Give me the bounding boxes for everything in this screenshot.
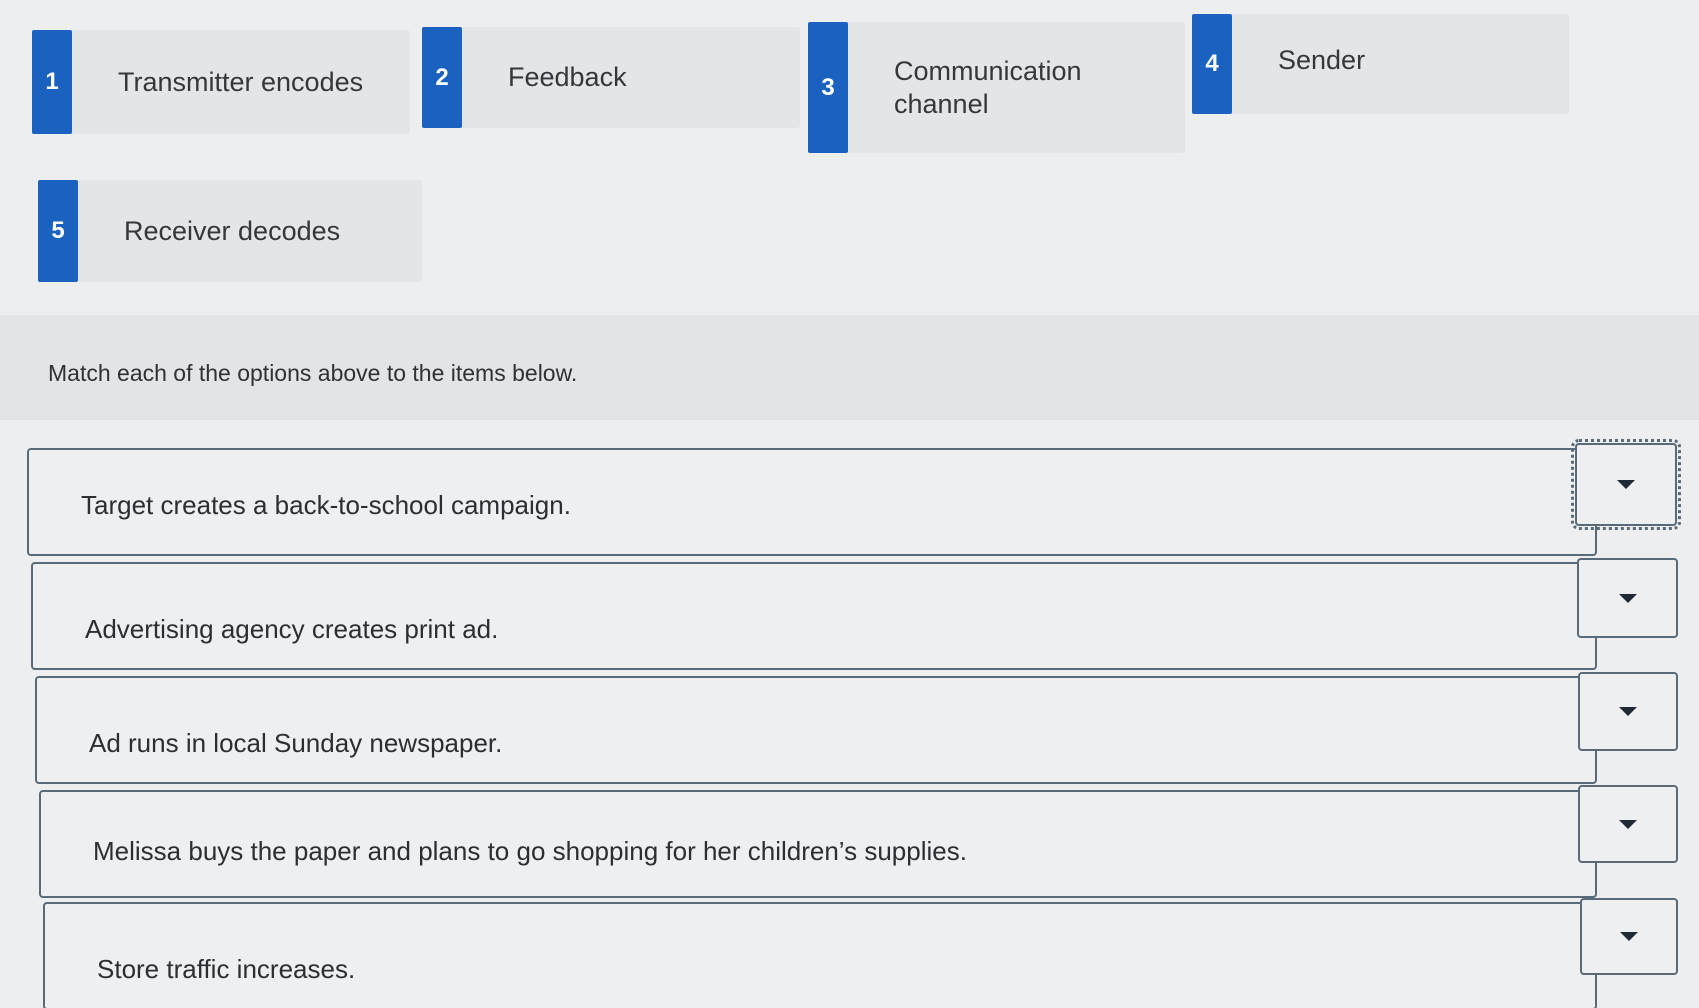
chevron-down-icon <box>1620 932 1638 941</box>
match-dropdown-3[interactable] <box>1578 672 1678 751</box>
match-row-1: Target creates a back-to-school campaign… <box>27 448 1597 556</box>
option-label-3: Communication channel <box>894 55 1082 119</box>
option-number-1: 1 <box>32 30 72 134</box>
option-card-2[interactable]: 2 Feedback <box>422 27 800 128</box>
match-dropdown-4[interactable] <box>1578 785 1678 863</box>
option-number-4: 4 <box>1192 14 1232 114</box>
match-dropdown-2[interactable] <box>1577 558 1678 638</box>
match-row-4: Melissa buys the paper and plans to go s… <box>39 790 1597 898</box>
instruction-text: Match each of the options above to the i… <box>48 360 578 386</box>
matching-question: 1 Transmitter encodes 2 Feedback 3 Commu… <box>0 0 1699 1008</box>
match-dropdown-1[interactable] <box>1571 439 1681 530</box>
option-number-3: 3 <box>808 22 848 153</box>
option-card-1[interactable]: 1 Transmitter encodes <box>32 30 410 134</box>
option-label-2: Feedback <box>508 62 627 92</box>
item-label-5: Store traffic increases. <box>97 954 356 984</box>
chevron-down-icon <box>1619 819 1637 829</box>
match-dropdown-5[interactable] <box>1580 898 1678 975</box>
chevron-down-icon <box>1618 593 1637 603</box>
item-label-2: Advertising agency creates print ad. <box>85 614 499 644</box>
match-row-3: Ad runs in local Sunday newspaper. <box>35 676 1597 784</box>
option-number-2: 2 <box>422 27 462 128</box>
item-label-1: Target creates a back-to-school campaign… <box>81 490 571 520</box>
option-label-1: Transmitter encodes <box>118 66 364 97</box>
chevron-down-icon <box>1617 480 1635 489</box>
option-number-5: 5 <box>38 180 78 282</box>
option-card-4[interactable]: 4 Sender <box>1192 14 1569 114</box>
option-card-3[interactable]: 3 Communication channel <box>808 22 1185 153</box>
match-row-5: Store traffic increases. <box>43 902 1597 1008</box>
chevron-down-icon <box>1619 707 1637 716</box>
item-label-4: Melissa buys the paper and plans to go s… <box>93 836 967 866</box>
option-card-5[interactable]: 5 Receiver decodes <box>38 180 422 282</box>
match-row-2: Advertising agency creates print ad. <box>31 562 1597 670</box>
option-label-5: Receiver decodes <box>124 215 341 246</box>
item-label-3: Ad runs in local Sunday newspaper. <box>89 728 503 758</box>
option-label-4: Sender <box>1278 45 1366 75</box>
